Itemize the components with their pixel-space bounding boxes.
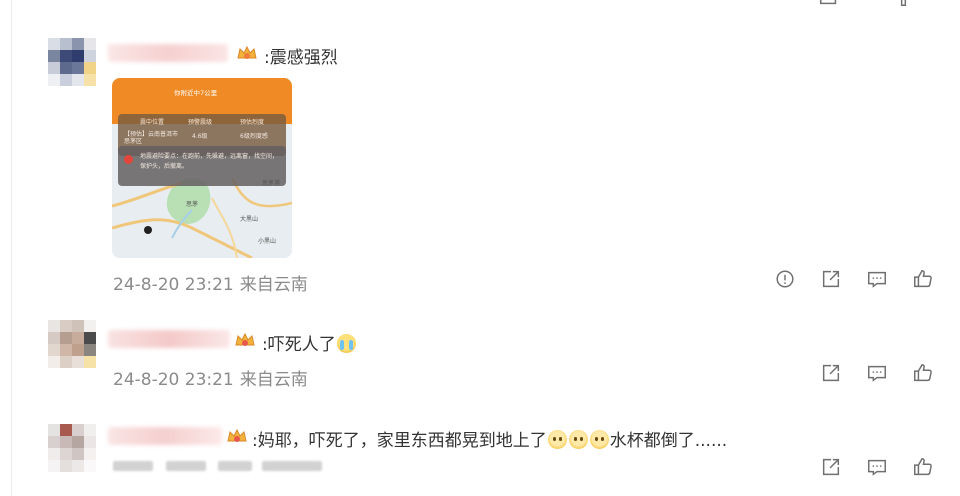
warning-text: 地震避险要点：在跑前，先躲避，远离窗，找空间，保护头，后撤离。 xyxy=(140,153,279,170)
comment-meta: 24-8-20 23:21 来自云南 xyxy=(113,270,308,295)
share-icon[interactable] xyxy=(818,0,842,10)
crying-emoji-icon xyxy=(336,334,356,353)
info-location: 【预估】云南普洱市思茅区 xyxy=(124,131,179,145)
crown-badge-icon xyxy=(234,331,256,351)
crown-badge-icon xyxy=(226,427,248,447)
comment-text-main: :妈耶，吓死了，家里东西都晃到地上了 xyxy=(252,431,547,451)
info-label-1: 震中位置 xyxy=(140,119,165,126)
like-icon[interactable] xyxy=(912,362,936,386)
info-label-3: 预估烈度 xyxy=(240,119,265,126)
top-partial-actions xyxy=(800,0,940,10)
comment-meta: 24-8-20 23:21 来自云南 xyxy=(113,365,308,390)
username-blurred[interactable] xyxy=(108,330,230,348)
username-blurred[interactable] xyxy=(108,427,222,445)
comment-actions xyxy=(816,362,940,386)
comment-icon[interactable] xyxy=(866,268,890,292)
timestamp: 24-8-20 23:21 xyxy=(113,370,234,390)
warning-icon xyxy=(124,155,133,164)
quake-warning-card: 地震避险要点：在跑前，先躲避，远离窗，找空间，保护头，后撤离。 xyxy=(118,146,286,186)
like-icon[interactable] xyxy=(912,456,936,480)
blush-emoji-icon xyxy=(568,430,588,449)
map-label-4: 小黑山 xyxy=(258,238,277,245)
comment-actions xyxy=(816,456,940,480)
avatar[interactable] xyxy=(48,38,96,86)
comment-icon[interactable] xyxy=(866,362,890,386)
comment-text: :吓死人了 xyxy=(262,330,357,355)
comment-icon[interactable] xyxy=(866,456,890,480)
comment-actions xyxy=(770,268,940,292)
timestamp: 24-8-20 23:21 xyxy=(113,275,234,295)
share-icon[interactable] xyxy=(820,268,844,292)
blush-emoji-icon xyxy=(589,430,609,449)
comment-text-main: :吓死人了 xyxy=(262,335,336,355)
like-icon[interactable] xyxy=(898,0,922,10)
avatar[interactable] xyxy=(48,320,96,368)
crown-badge-icon xyxy=(236,44,258,64)
location-source: 来自云南 xyxy=(239,275,308,295)
info-intensity: 6级烈度感 xyxy=(240,133,268,140)
info-magnitude: 4.6级 xyxy=(192,133,208,140)
banner-text: 你附近中7公里 xyxy=(174,89,218,97)
comment-text: :震感强烈 xyxy=(264,48,338,68)
map-label-3: 大黑山 xyxy=(240,216,259,223)
location-source: 来自云南 xyxy=(239,370,308,390)
left-divider xyxy=(11,0,12,496)
username-blurred[interactable] xyxy=(108,44,228,62)
map-label-2: 思茅 xyxy=(186,201,199,208)
like-icon[interactable] xyxy=(912,268,936,292)
map-label-1: 思茅港 xyxy=(262,180,281,187)
info-label-2: 预警震级 xyxy=(188,119,213,126)
share-icon[interactable] xyxy=(820,362,844,386)
comment-text: :妈耶，吓死了，家里东西都晃到地上了 水杯都倒了...... xyxy=(252,426,727,451)
report-icon[interactable] xyxy=(774,268,798,292)
comment-text-end: 水杯都倒了...... xyxy=(609,431,728,451)
comment-image[interactable]: 你附近中7公里 震中位置 预警震级 预估烈度 【预估】云南普洱市思茅区 4.6级… xyxy=(112,78,292,258)
blush-emoji-icon xyxy=(547,430,567,449)
avatar[interactable] xyxy=(48,424,96,472)
share-icon[interactable] xyxy=(820,456,844,480)
